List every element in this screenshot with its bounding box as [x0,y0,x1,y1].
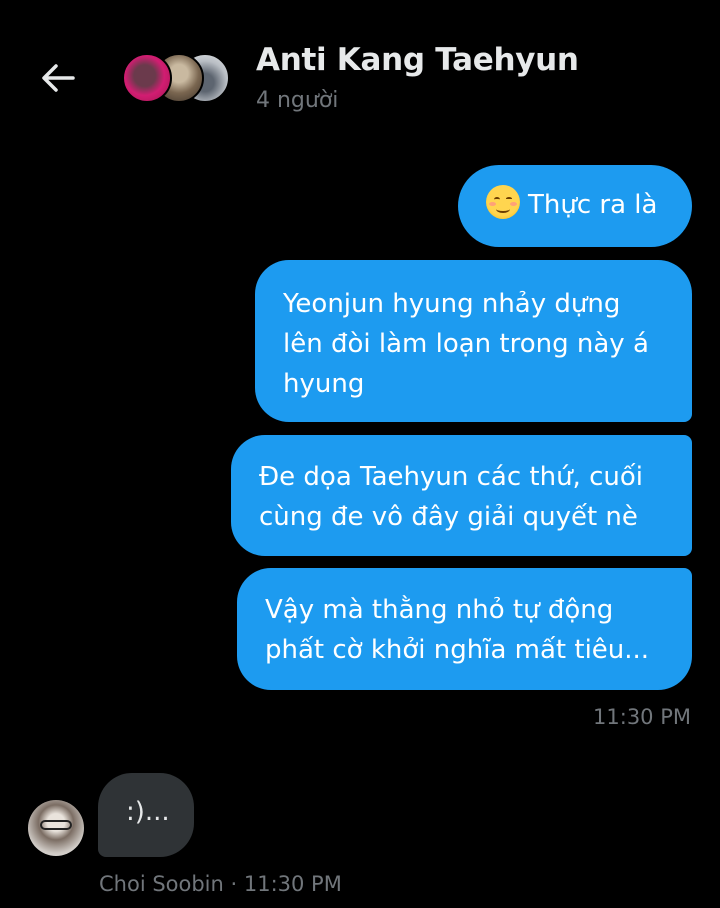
arrow-left-icon [42,64,75,92]
sender-meta: Choi Soobin · 11:30 PM [99,872,342,896]
incoming-message[interactable]: :)... [98,773,194,857]
outgoing-message[interactable]: Yeonjun hyung nhảy dựng lên đòi làm loạn… [255,260,692,422]
message-text: Vậy mà thằng nhỏ tự động [265,595,614,625]
conversation-header: Anti Kang Taehyun 4 người [0,0,720,140]
message-text: hyung [283,369,365,399]
sender-avatar[interactable] [28,800,84,856]
message-timestamp: 11:30 PM [593,705,691,729]
message-text: Thực ra là [528,190,658,220]
back-button[interactable] [36,56,80,100]
member-count[interactable]: 4 người [256,88,338,113]
message-text: Yeonjun hyung nhảy dựng [283,289,621,319]
message-text: cùng đe vô đây giải quyết nè [259,502,638,532]
outgoing-message[interactable]: Đe dọa Taehyun các thứ, cuối cùng đe vô … [231,435,692,556]
smiling-face-emoji [486,185,520,219]
outgoing-message[interactable]: Vậy mà thằng nhỏ tự động phất cờ khởi ng… [237,568,692,690]
message-text: phất cờ khởi nghĩa mất tiêu... [265,635,650,665]
conversation-title[interactable]: Anti Kang Taehyun [256,42,579,78]
message-text: lên đòi làm loạn trong này á [283,329,649,359]
group-avatars[interactable] [122,53,232,105]
member-avatar [122,53,172,103]
outgoing-message[interactable]: Thực ra là [458,165,692,247]
message-text: Đe dọa Taehyun các thứ, cuối [259,462,643,492]
